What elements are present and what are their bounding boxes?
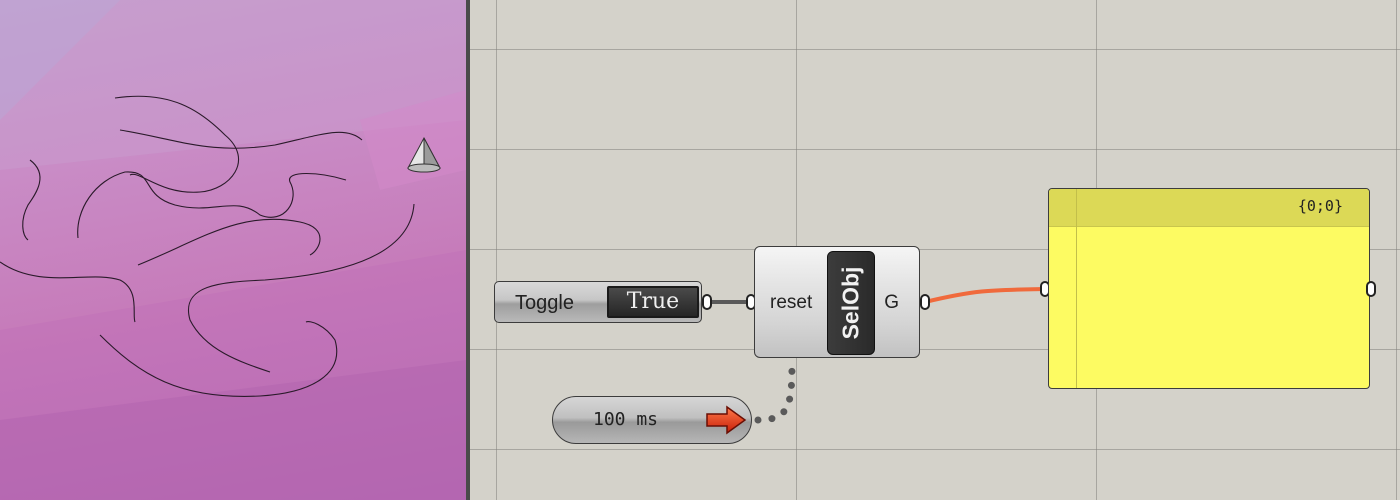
panel-component[interactable]: {0;0} — [1048, 188, 1370, 389]
output-param-g[interactable]: G — [884, 292, 899, 314]
panel-path: {0;0} — [1297, 197, 1343, 215]
input-param-reset[interactable]: reset — [770, 292, 812, 314]
timer-interval: 100 ms — [593, 409, 659, 430]
toggle-label: Toggle — [515, 292, 574, 314]
curve — [137, 218, 321, 266]
component-output-grip[interactable] — [920, 294, 930, 310]
panel-margin-line — [1076, 189, 1077, 388]
viewport-scene — [0, 0, 466, 500]
component-nickname-tab[interactable]: SelObj — [827, 251, 875, 355]
curve — [77, 171, 347, 239]
timer-object[interactable]: 100 ms — [552, 396, 752, 444]
wire-output-to-panel — [924, 287, 1044, 304]
selobj-component[interactable]: reset SelObj G — [754, 246, 920, 358]
boolean-toggle[interactable]: Toggle True — [494, 281, 702, 323]
toggle-value[interactable]: True — [607, 286, 699, 318]
wire-timer-to-component — [754, 356, 796, 424]
component-nickname: SelObj — [837, 266, 864, 340]
arrow-icon — [706, 405, 747, 435]
curve — [22, 159, 41, 241]
panel-output-grip[interactable] — [1366, 281, 1376, 297]
rhino-viewport[interactable] — [0, 0, 466, 500]
panel-header: {0;0} — [1049, 189, 1369, 227]
toggle-output-grip[interactable] — [702, 294, 712, 310]
grasshopper-canvas[interactable]: Toggle True reset SelObj G 100 ms {0;0} — [470, 0, 1400, 500]
